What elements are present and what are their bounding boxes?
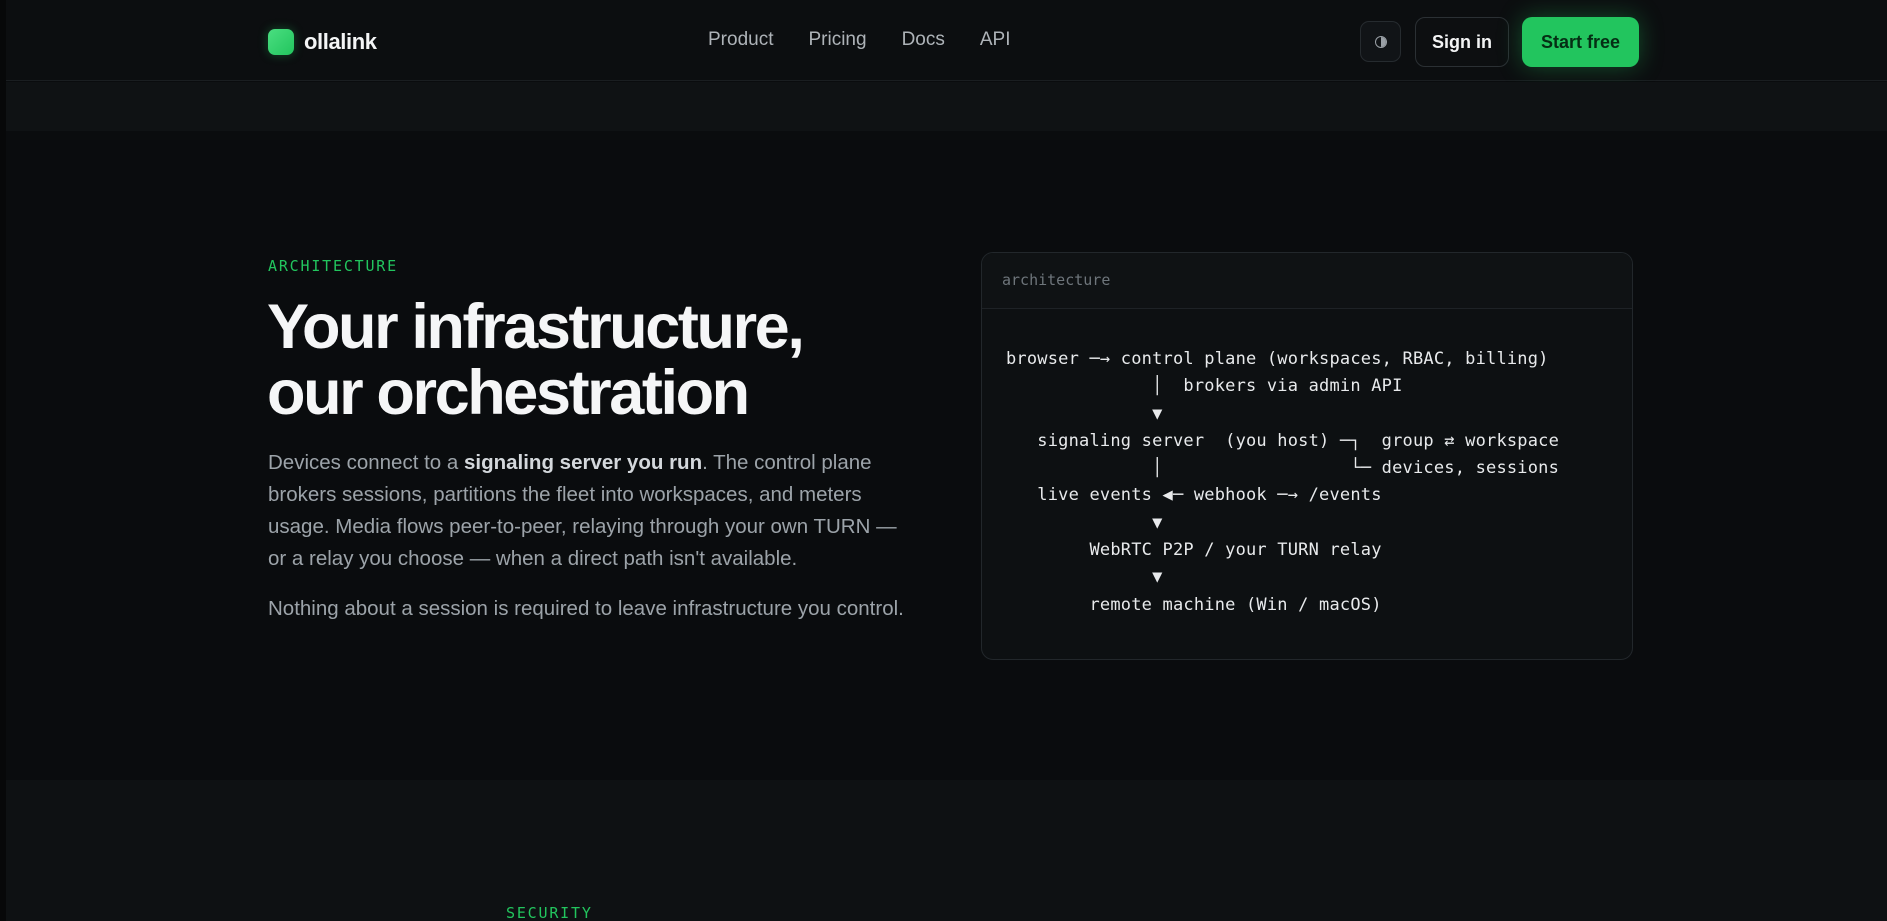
nav-docs[interactable]: Docs [902,29,945,51]
security-eyebrow: SECURITY [506,904,593,921]
start-free-button[interactable]: Start free [1522,17,1639,67]
logo-mark-icon [268,29,294,55]
nav-pricing[interactable]: Pricing [808,29,866,51]
half-circle-icon [1374,35,1387,48]
site-header: ollalink Product Pricing Docs API Sign i… [6,0,1887,81]
nav-api[interactable]: API [980,29,1011,51]
intro-paragraph: Devices connect to a signaling server yo… [268,447,908,575]
sub-header-band [6,82,1887,131]
logo-text: ollalink [304,29,377,54]
section-eyebrow: ARCHITECTURE [268,257,398,275]
security-section [6,780,1887,921]
section-headline: Your infrastructure, our orchestration [267,294,887,426]
main-nav: Product Pricing Docs API [708,29,1045,51]
control-paragraph: Nothing about a session is required to l… [268,597,904,620]
architecture-diagram-card: architecture browser ─→ control plane (w… [981,252,1633,660]
logo[interactable]: ollalink [268,29,377,55]
page: ollalink Product Pricing Docs API Sign i… [0,0,1887,921]
nav-product[interactable]: Product [708,29,773,51]
theme-toggle-button[interactable] [1360,21,1401,62]
card-title: architecture [982,253,1632,309]
sign-in-button[interactable]: Sign in [1415,17,1509,67]
headline-line-1: Your infrastructure, [267,292,805,362]
architecture-diagram: browser ─→ control plane (workspaces, RB… [1006,349,1560,615]
headline-line-2: our orchestration [267,358,750,428]
intro-text-start: Devices connect to a [268,451,464,474]
intro-highlight: signaling server you run [464,451,703,474]
